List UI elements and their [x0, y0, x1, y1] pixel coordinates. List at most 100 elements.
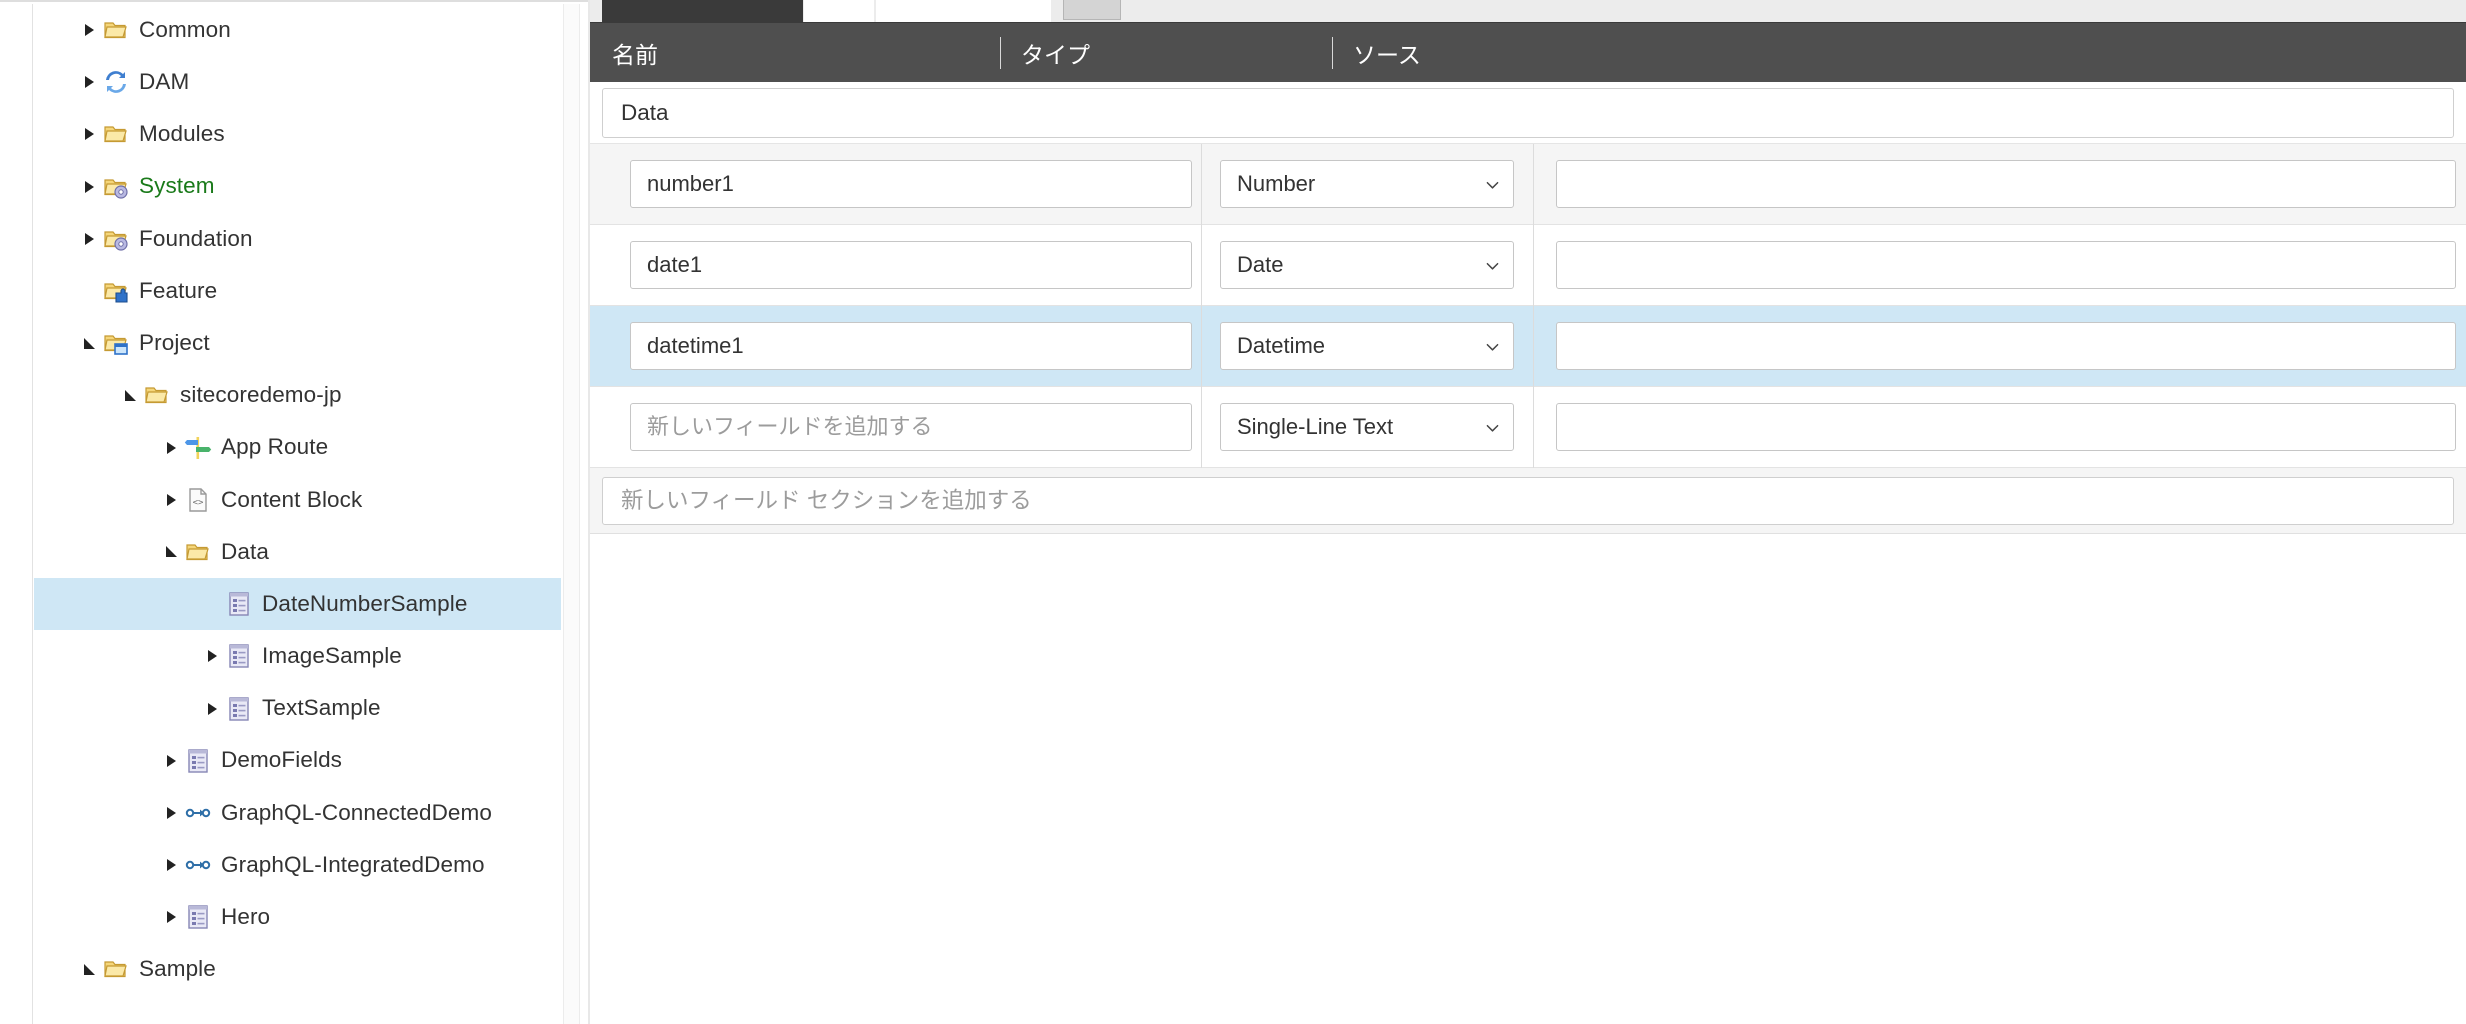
tree-item-textsample[interactable]: TextSample	[34, 682, 561, 734]
tree-expand-collapsed-icon[interactable]	[158, 839, 184, 891]
folder-gear-icon	[102, 224, 130, 254]
tree-item-sitecoredemo-jp[interactable]: sitecoredemo-jp	[34, 369, 561, 421]
tree-item-content-block[interactable]: <> Content Block	[34, 474, 561, 526]
column-header-name-label: 名前	[612, 42, 658, 68]
tree-expand-expanded-icon[interactable]	[117, 369, 143, 421]
field-row[interactable]: Number	[590, 143, 2466, 225]
signpost-icon	[184, 433, 212, 463]
field-name-input[interactable]	[630, 160, 1192, 208]
field-type-cell: Datetime	[1202, 305, 1534, 387]
tree-expand-expanded-icon[interactable]	[158, 526, 184, 578]
folder-icon	[143, 380, 171, 410]
tree-item-graphql-connecteddemo[interactable]: GraphQL-ConnectedDemo	[34, 787, 561, 839]
tree-expand-collapsed-icon[interactable]	[199, 683, 225, 735]
tree-item-project[interactable]: Project	[34, 317, 561, 369]
tree-item-sample[interactable]: Sample	[34, 943, 561, 995]
tree-expand-collapsed-icon[interactable]	[158, 422, 184, 474]
tree-item-modules[interactable]: Modules	[34, 108, 561, 160]
tree-item-imagesample[interactable]: ImageSample	[34, 630, 561, 682]
tree-expand-expanded-icon[interactable]	[76, 317, 102, 369]
folder-icon	[102, 954, 130, 984]
add-section-input[interactable]	[602, 476, 2454, 525]
content-tree-panel: Common DAM Modules System Foundation Feature P…	[0, 0, 590, 1024]
folder-gear-icon	[102, 172, 130, 202]
field-type-select[interactable]: Number	[1220, 160, 1514, 208]
tree-item-label: Common	[139, 16, 231, 42]
tree-item-dam[interactable]: DAM	[34, 56, 561, 108]
tree-expand-expanded-icon[interactable]	[76, 943, 102, 995]
svg-text:<>: <>	[193, 498, 204, 508]
field-name-cell	[590, 143, 1202, 225]
field-source-input[interactable]	[1556, 160, 2456, 208]
tree-item-common[interactable]: Common	[34, 4, 561, 56]
field-type-value: Single-Line Text	[1237, 414, 1394, 439]
field-row[interactable]: Datetime	[590, 305, 2466, 387]
template-icon	[225, 641, 253, 671]
tree-expand-placeholder	[76, 265, 102, 317]
tree-item-feature[interactable]: Feature	[34, 265, 561, 317]
tree-expand-collapsed-icon[interactable]	[76, 108, 102, 160]
tree-expand-collapsed-icon[interactable]	[199, 630, 225, 682]
field-name-input[interactable]	[630, 241, 1192, 289]
tree-item-label: TextSample	[262, 695, 381, 721]
field-type-value: Number	[1237, 171, 1316, 196]
field-type-value: Date	[1237, 252, 1284, 277]
toolbar-button[interactable]	[1063, 0, 1121, 20]
template-icon	[225, 694, 253, 724]
field-type-select[interactable]: Date	[1220, 241, 1514, 289]
tree-expand-collapsed-icon[interactable]	[158, 474, 184, 526]
field-row[interactable]: Single-Line Text	[590, 386, 2466, 468]
field-type-select[interactable]: Datetime	[1220, 322, 1514, 370]
tree-item-data[interactable]: Data	[34, 526, 561, 578]
tree-item-foundation[interactable]: Foundation	[34, 213, 561, 265]
tree-gutter	[0, 4, 33, 1024]
field-name-input[interactable]	[630, 403, 1192, 451]
tree-item-graphql-integrateddemo[interactable]: GraphQL-IntegratedDemo	[34, 839, 561, 891]
field-type-select[interactable]: Single-Line Text	[1220, 403, 1514, 451]
column-header-source-label: ソース	[1353, 42, 1421, 68]
tree-item-label: sitecoredemo-jp	[180, 382, 342, 408]
column-separator	[1332, 37, 1333, 69]
tree-item-label: DemoFields	[221, 747, 343, 773]
tree-expand-placeholder	[199, 578, 225, 630]
tab-secondary-2[interactable]	[876, 0, 1051, 22]
field-source-input[interactable]	[1556, 241, 2456, 289]
tree-expand-collapsed-icon[interactable]	[158, 735, 184, 787]
tree-scrollbar-track[interactable]	[563, 4, 580, 1024]
tree-expand-collapsed-icon[interactable]	[158, 891, 184, 943]
tree-item-system[interactable]: System	[34, 161, 561, 213]
field-row[interactable]: Date	[590, 224, 2466, 306]
tree-item-hero[interactable]: Hero	[34, 891, 561, 943]
field-source-input[interactable]	[1556, 403, 2456, 451]
field-sections-list: Number Date Datetime Single-Line Text	[590, 82, 2466, 1024]
tree-item-label: Modules	[139, 121, 225, 147]
tree-item-datenumbersample[interactable]: DateNumberSample	[34, 578, 561, 631]
template-icon	[184, 902, 212, 932]
tree-item-app-route[interactable]: App Route	[34, 422, 561, 474]
section-title-input[interactable]	[602, 87, 2454, 138]
section-title-row	[590, 82, 2466, 144]
column-header-type-label: タイプ	[1021, 42, 1090, 68]
tab-secondary-1[interactable]	[804, 0, 874, 22]
field-name-input[interactable]	[630, 322, 1192, 370]
tree-expand-collapsed-icon[interactable]	[76, 56, 102, 108]
folder-icon	[184, 537, 212, 567]
field-source-input[interactable]	[1556, 322, 2456, 370]
column-header-type: タイプ	[1000, 23, 1090, 83]
field-source-cell	[1534, 306, 2466, 387]
tree-expand-collapsed-icon[interactable]	[76, 161, 102, 213]
field-type-cell: Number	[1202, 143, 1534, 225]
tree-expand-collapsed-icon[interactable]	[76, 213, 102, 265]
tree-expand-collapsed-icon[interactable]	[76, 4, 102, 56]
sync-icon	[102, 67, 130, 97]
folder-puzzle-icon	[102, 276, 130, 306]
tree-item-label: Content Block	[221, 486, 363, 512]
column-header-name: 名前	[612, 23, 658, 83]
tree-expand-collapsed-icon[interactable]	[158, 787, 184, 839]
tree-item-label: Data	[221, 538, 269, 564]
field-type-cell: Date	[1202, 224, 1534, 306]
tab-active[interactable]	[602, 0, 803, 22]
tree-item-label: GraphQL-ConnectedDemo	[221, 799, 492, 825]
content-tree[interactable]: Common DAM Modules System Foundation Feature P…	[34, 4, 561, 1024]
tree-item-demofields[interactable]: DemoFields	[34, 735, 561, 787]
